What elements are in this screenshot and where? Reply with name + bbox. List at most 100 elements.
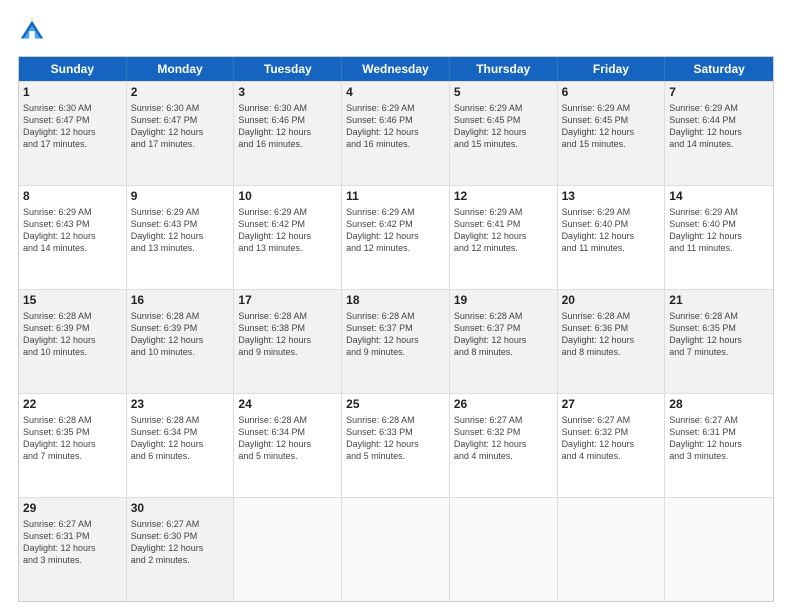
day-number: 14: [669, 189, 769, 205]
day-number: 28: [669, 397, 769, 413]
day-number: 16: [131, 293, 230, 309]
calendar-header: SundayMondayTuesdayWednesdayThursdayFrid…: [19, 57, 773, 81]
day-number: 11: [346, 189, 445, 205]
calendar-week-3: 15Sunrise: 6:28 AM Sunset: 6:39 PM Dayli…: [19, 289, 773, 393]
calendar-day-empty: [450, 498, 558, 601]
day-number: 18: [346, 293, 445, 309]
logo-icon: [18, 18, 46, 46]
header-day-thursday: Thursday: [450, 57, 558, 81]
day-number: 10: [238, 189, 337, 205]
calendar-day-22: 22Sunrise: 6:28 AM Sunset: 6:35 PM Dayli…: [19, 394, 127, 497]
calendar-day-2: 2Sunrise: 6:30 AM Sunset: 6:47 PM Daylig…: [127, 82, 235, 185]
calendar-day-19: 19Sunrise: 6:28 AM Sunset: 6:37 PM Dayli…: [450, 290, 558, 393]
calendar-week-4: 22Sunrise: 6:28 AM Sunset: 6:35 PM Dayli…: [19, 393, 773, 497]
day-info: Sunrise: 6:28 AM Sunset: 6:39 PM Dayligh…: [131, 310, 230, 359]
page: SundayMondayTuesdayWednesdayThursdayFrid…: [0, 0, 792, 612]
day-info: Sunrise: 6:28 AM Sunset: 6:39 PM Dayligh…: [23, 310, 122, 359]
day-info: Sunrise: 6:29 AM Sunset: 6:46 PM Dayligh…: [346, 102, 445, 151]
calendar-day-9: 9Sunrise: 6:29 AM Sunset: 6:43 PM Daylig…: [127, 186, 235, 289]
header: [18, 18, 774, 46]
calendar-day-14: 14Sunrise: 6:29 AM Sunset: 6:40 PM Dayli…: [665, 186, 773, 289]
day-number: 2: [131, 85, 230, 101]
day-number: 12: [454, 189, 553, 205]
day-number: 3: [238, 85, 337, 101]
day-info: Sunrise: 6:27 AM Sunset: 6:32 PM Dayligh…: [454, 414, 553, 463]
calendar-day-20: 20Sunrise: 6:28 AM Sunset: 6:36 PM Dayli…: [558, 290, 666, 393]
day-info: Sunrise: 6:29 AM Sunset: 6:45 PM Dayligh…: [562, 102, 661, 151]
day-number: 19: [454, 293, 553, 309]
day-info: Sunrise: 6:29 AM Sunset: 6:43 PM Dayligh…: [23, 206, 122, 255]
header-day-monday: Monday: [127, 57, 235, 81]
day-info: Sunrise: 6:28 AM Sunset: 6:37 PM Dayligh…: [346, 310, 445, 359]
calendar-day-10: 10Sunrise: 6:29 AM Sunset: 6:42 PM Dayli…: [234, 186, 342, 289]
header-day-sunday: Sunday: [19, 57, 127, 81]
calendar-day-8: 8Sunrise: 6:29 AM Sunset: 6:43 PM Daylig…: [19, 186, 127, 289]
header-day-friday: Friday: [558, 57, 666, 81]
day-info: Sunrise: 6:30 AM Sunset: 6:46 PM Dayligh…: [238, 102, 337, 151]
calendar-day-empty: [342, 498, 450, 601]
day-number: 26: [454, 397, 553, 413]
calendar-day-6: 6Sunrise: 6:29 AM Sunset: 6:45 PM Daylig…: [558, 82, 666, 185]
calendar-day-12: 12Sunrise: 6:29 AM Sunset: 6:41 PM Dayli…: [450, 186, 558, 289]
calendar-day-21: 21Sunrise: 6:28 AM Sunset: 6:35 PM Dayli…: [665, 290, 773, 393]
calendar-day-29: 29Sunrise: 6:27 AM Sunset: 6:31 PM Dayli…: [19, 498, 127, 601]
day-number: 23: [131, 397, 230, 413]
day-info: Sunrise: 6:28 AM Sunset: 6:35 PM Dayligh…: [23, 414, 122, 463]
day-number: 15: [23, 293, 122, 309]
calendar-week-1: 1Sunrise: 6:30 AM Sunset: 6:47 PM Daylig…: [19, 81, 773, 185]
calendar-day-empty: [234, 498, 342, 601]
day-info: Sunrise: 6:29 AM Sunset: 6:45 PM Dayligh…: [454, 102, 553, 151]
day-info: Sunrise: 6:27 AM Sunset: 6:31 PM Dayligh…: [669, 414, 769, 463]
logo: [18, 18, 50, 46]
day-info: Sunrise: 6:28 AM Sunset: 6:33 PM Dayligh…: [346, 414, 445, 463]
day-number: 20: [562, 293, 661, 309]
calendar-day-26: 26Sunrise: 6:27 AM Sunset: 6:32 PM Dayli…: [450, 394, 558, 497]
day-number: 17: [238, 293, 337, 309]
day-number: 4: [346, 85, 445, 101]
calendar-day-13: 13Sunrise: 6:29 AM Sunset: 6:40 PM Dayli…: [558, 186, 666, 289]
day-info: Sunrise: 6:29 AM Sunset: 6:40 PM Dayligh…: [669, 206, 769, 255]
calendar-day-empty: [558, 498, 666, 601]
calendar: SundayMondayTuesdayWednesdayThursdayFrid…: [18, 56, 774, 602]
calendar-body: 1Sunrise: 6:30 AM Sunset: 6:47 PM Daylig…: [19, 81, 773, 601]
day-info: Sunrise: 6:29 AM Sunset: 6:43 PM Dayligh…: [131, 206, 230, 255]
calendar-day-1: 1Sunrise: 6:30 AM Sunset: 6:47 PM Daylig…: [19, 82, 127, 185]
day-number: 1: [23, 85, 122, 101]
day-number: 22: [23, 397, 122, 413]
day-info: Sunrise: 6:29 AM Sunset: 6:42 PM Dayligh…: [238, 206, 337, 255]
day-info: Sunrise: 6:29 AM Sunset: 6:41 PM Dayligh…: [454, 206, 553, 255]
calendar-day-30: 30Sunrise: 6:27 AM Sunset: 6:30 PM Dayli…: [127, 498, 235, 601]
calendar-day-24: 24Sunrise: 6:28 AM Sunset: 6:34 PM Dayli…: [234, 394, 342, 497]
day-info: Sunrise: 6:27 AM Sunset: 6:31 PM Dayligh…: [23, 518, 122, 567]
calendar-day-16: 16Sunrise: 6:28 AM Sunset: 6:39 PM Dayli…: [127, 290, 235, 393]
calendar-day-4: 4Sunrise: 6:29 AM Sunset: 6:46 PM Daylig…: [342, 82, 450, 185]
header-day-tuesday: Tuesday: [234, 57, 342, 81]
calendar-day-28: 28Sunrise: 6:27 AM Sunset: 6:31 PM Dayli…: [665, 394, 773, 497]
header-day-saturday: Saturday: [665, 57, 773, 81]
day-number: 24: [238, 397, 337, 413]
calendar-day-5: 5Sunrise: 6:29 AM Sunset: 6:45 PM Daylig…: [450, 82, 558, 185]
day-number: 27: [562, 397, 661, 413]
day-number: 21: [669, 293, 769, 309]
day-number: 6: [562, 85, 661, 101]
day-number: 7: [669, 85, 769, 101]
calendar-week-5: 29Sunrise: 6:27 AM Sunset: 6:31 PM Dayli…: [19, 497, 773, 601]
day-number: 25: [346, 397, 445, 413]
calendar-day-17: 17Sunrise: 6:28 AM Sunset: 6:38 PM Dayli…: [234, 290, 342, 393]
calendar-day-7: 7Sunrise: 6:29 AM Sunset: 6:44 PM Daylig…: [665, 82, 773, 185]
calendar-day-18: 18Sunrise: 6:28 AM Sunset: 6:37 PM Dayli…: [342, 290, 450, 393]
day-number: 8: [23, 189, 122, 205]
day-info: Sunrise: 6:29 AM Sunset: 6:42 PM Dayligh…: [346, 206, 445, 255]
calendar-week-2: 8Sunrise: 6:29 AM Sunset: 6:43 PM Daylig…: [19, 185, 773, 289]
day-info: Sunrise: 6:28 AM Sunset: 6:35 PM Dayligh…: [669, 310, 769, 359]
day-number: 30: [131, 501, 230, 517]
day-number: 13: [562, 189, 661, 205]
day-info: Sunrise: 6:28 AM Sunset: 6:37 PM Dayligh…: [454, 310, 553, 359]
day-info: Sunrise: 6:28 AM Sunset: 6:36 PM Dayligh…: [562, 310, 661, 359]
day-info: Sunrise: 6:28 AM Sunset: 6:38 PM Dayligh…: [238, 310, 337, 359]
day-number: 29: [23, 501, 122, 517]
calendar-day-empty: [665, 498, 773, 601]
day-info: Sunrise: 6:27 AM Sunset: 6:32 PM Dayligh…: [562, 414, 661, 463]
calendar-day-15: 15Sunrise: 6:28 AM Sunset: 6:39 PM Dayli…: [19, 290, 127, 393]
day-info: Sunrise: 6:29 AM Sunset: 6:40 PM Dayligh…: [562, 206, 661, 255]
